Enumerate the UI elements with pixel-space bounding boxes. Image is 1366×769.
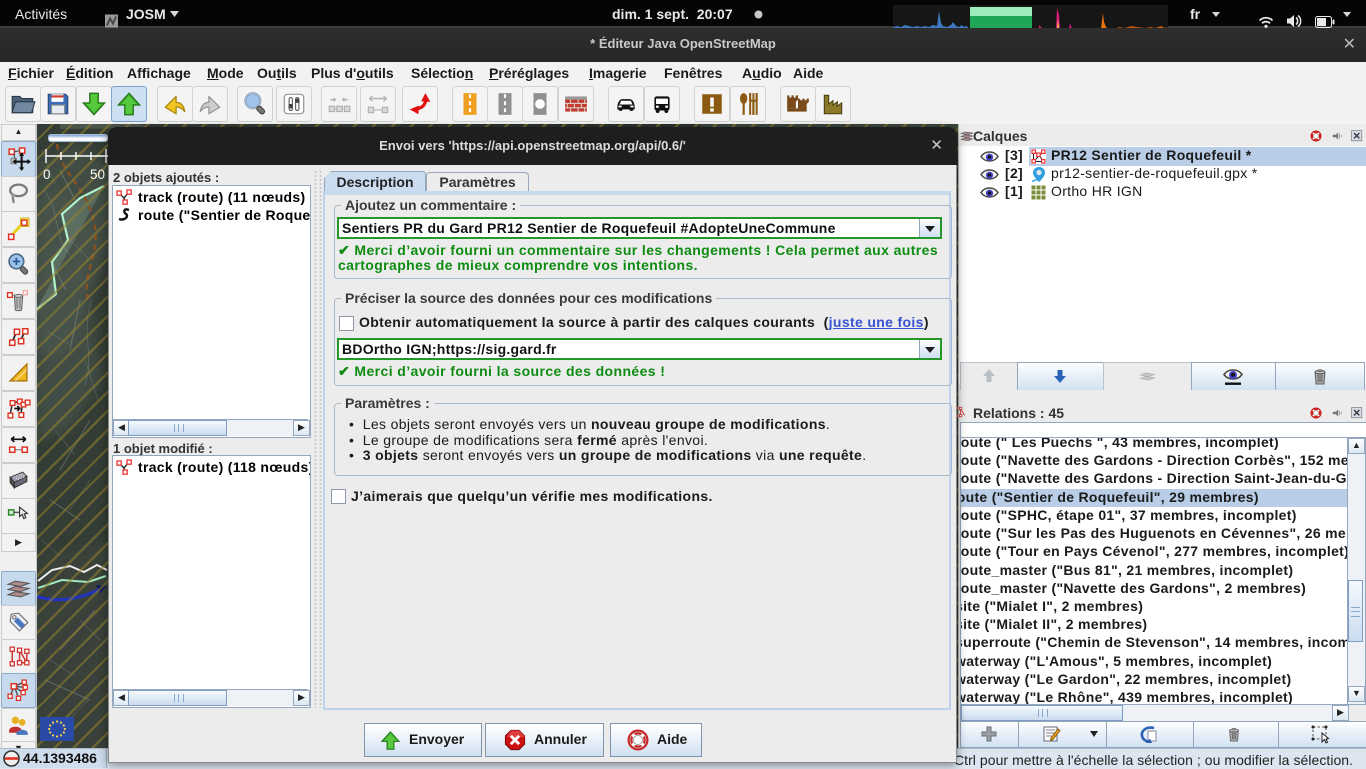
svg-text:50: 50 (90, 167, 105, 182)
svg-text:0: 0 (43, 167, 51, 182)
